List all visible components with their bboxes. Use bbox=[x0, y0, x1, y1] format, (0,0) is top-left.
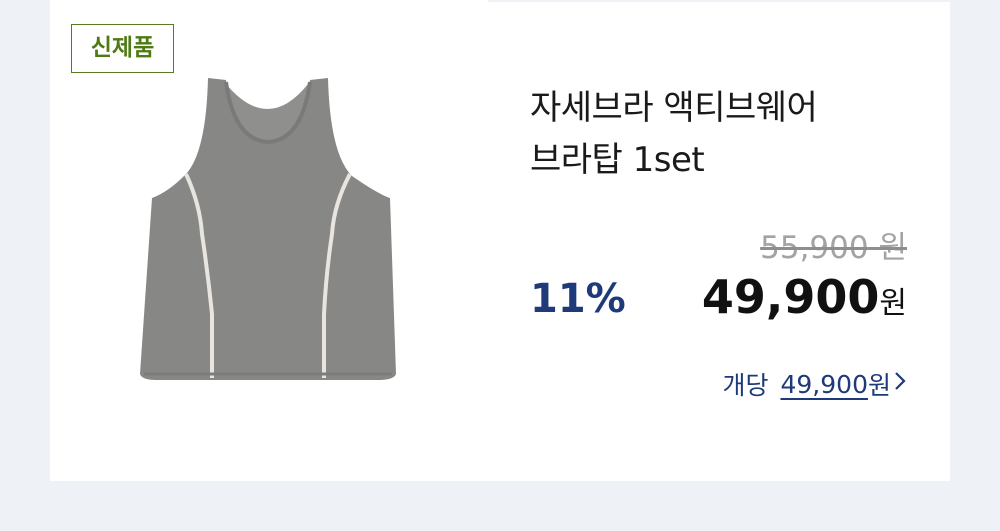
discount-rate: 11% bbox=[530, 276, 626, 322]
per-unit-price-value[interactable]: 49,900 bbox=[781, 370, 868, 399]
chevron-right-icon[interactable] bbox=[893, 369, 907, 399]
product-title[interactable]: 자세브라 액티브웨어 브라탑 1set bbox=[530, 82, 910, 186]
per-unit-price-link[interactable]: 개당 49,900 원 bbox=[722, 366, 907, 402]
divider bbox=[488, 0, 950, 2]
sale-price: 49,900원 bbox=[702, 270, 907, 324]
tank-top-illustration bbox=[140, 78, 396, 380]
per-unit-currency: 원 bbox=[867, 371, 891, 400]
sale-price-unit: 원 bbox=[879, 286, 907, 321]
per-unit-label: 개당 bbox=[722, 371, 769, 400]
original-price-value: 55,900 bbox=[760, 230, 869, 266]
product-image[interactable] bbox=[138, 74, 398, 386]
product-title-line2: 브라탑 1set bbox=[530, 140, 705, 180]
product-title-line1: 자세브라 액티브웨어 bbox=[530, 88, 818, 128]
original-price-unit: 원 bbox=[878, 230, 907, 266]
sale-price-value: 49,900 bbox=[701, 270, 880, 324]
new-product-badge: 신제품 bbox=[71, 24, 174, 73]
original-price: 55,900 원 bbox=[760, 222, 907, 267]
